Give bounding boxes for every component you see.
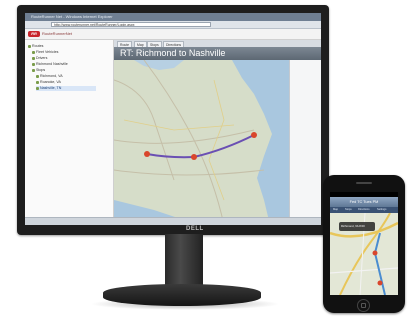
app-name: RouteRunnerNet	[42, 31, 73, 36]
address-input[interactable]: http://www.routerunner.net/RouteRunner/L…	[51, 22, 211, 27]
phone-map-callout[interactable]: Richmond, VA 8:00	[339, 222, 375, 231]
tree-item[interactable]: Richmond, VA	[36, 74, 63, 79]
phone-nav-bar: Fed TC Tues PM	[330, 197, 398, 207]
stop-icon	[36, 80, 39, 84]
phone-route-marker[interactable]	[372, 250, 378, 256]
tree-item[interactable]: Routes	[28, 44, 43, 49]
route-title-bar: RT: Richmond to Nashville	[114, 47, 321, 60]
route-title: RT: Richmond to Nashville	[120, 48, 226, 58]
tree-item-label: Routes	[32, 44, 44, 48]
phone-nav-title: Fed TC Tues PM	[349, 200, 379, 204]
route-icon	[32, 62, 35, 66]
stop-icon	[36, 86, 39, 90]
browser-title-bar: RouteRunner Net - Windows Internet Explo…	[25, 13, 321, 21]
folder-icon	[32, 68, 35, 72]
tree-item-label: Roanoke, VA	[40, 80, 61, 84]
folder-icon	[32, 56, 35, 60]
route-tabs: Route Map Stops Directions	[114, 40, 321, 47]
tree-item[interactable]: Roanoke, VA	[36, 80, 61, 85]
smartphone: Fed TC Tues PM Map Stops Directions Sett…	[323, 175, 405, 313]
monitor-stand-neck	[165, 234, 203, 290]
route-marker-start[interactable]	[144, 151, 150, 157]
phone-route-marker[interactable]	[377, 280, 383, 286]
phone-tab-settings[interactable]: Settings	[377, 208, 386, 212]
phone-home-button[interactable]	[357, 299, 370, 312]
phone-tab-stops[interactable]: Stops	[345, 208, 352, 212]
home-square-icon	[361, 303, 366, 308]
phone-tab-directions[interactable]: Directions	[358, 208, 370, 212]
tree-item-selected[interactable]: Nashville, TN	[36, 86, 96, 91]
phone-speaker	[356, 182, 372, 184]
dell-logo: DELL	[186, 226, 204, 232]
monitor-stand-base	[103, 284, 261, 306]
tree-item[interactable]: Drivers	[32, 56, 47, 61]
monitor-screen: RouteRunner Net - Windows Internet Explo…	[25, 13, 321, 225]
tree-item-label: Nashville, TN	[40, 86, 62, 90]
tree-item-label: Richmond Nashville	[36, 62, 68, 66]
route-detail-pane: Route Map Stops Directions RT: Richmond …	[114, 40, 321, 225]
route-marker-end[interactable]	[251, 132, 257, 138]
app-header: RR RouteRunnerNet	[25, 29, 321, 40]
browser-address-bar[interactable]: http://www.routerunner.net/RouteRunner/L…	[25, 21, 321, 29]
app-logo: RR	[28, 31, 40, 37]
route-marker-stop[interactable]	[191, 154, 197, 160]
route-map[interactable]	[114, 60, 289, 225]
tree-item-label: Richmond, VA	[40, 74, 63, 78]
map-side-panel	[289, 60, 321, 225]
folder-icon	[32, 50, 35, 54]
tree-item-label: Fleet Vehicles	[36, 50, 59, 54]
stop-icon	[36, 74, 39, 78]
tree-item[interactable]: Fleet Vehicles	[32, 50, 58, 55]
folder-icon	[28, 44, 31, 48]
tree-item-label: Drivers	[36, 56, 48, 60]
browser-status-bar	[25, 217, 321, 225]
phone-tab-map[interactable]: Map	[333, 208, 338, 212]
tree-item[interactable]: Richmond Nashville	[32, 62, 68, 67]
map-canvas	[114, 60, 289, 225]
phone-screen: Fed TC Tues PM Map Stops Directions Sett…	[330, 192, 398, 295]
browser-window-title: RouteRunner Net - Windows Internet Explo…	[31, 14, 113, 19]
tree-item-label: Stops	[36, 68, 46, 72]
tree-item[interactable]: Stops	[32, 68, 45, 73]
route-tree-panel: Routes Fleet Vehicles Drivers Richmond N…	[25, 40, 114, 225]
